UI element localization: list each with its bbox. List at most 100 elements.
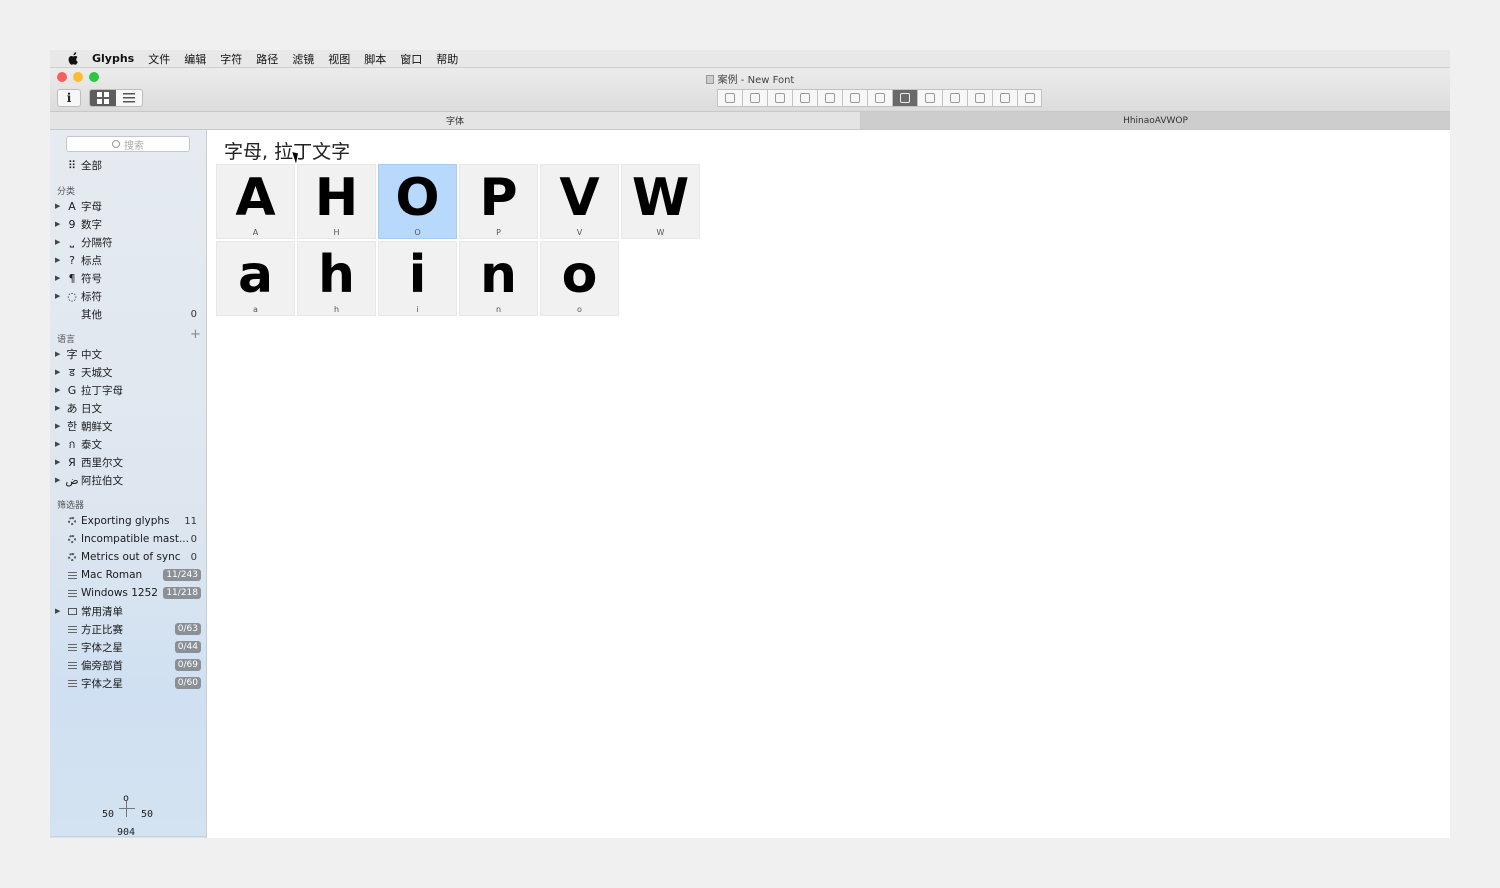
devanagari-script-icon: ड — [69, 365, 75, 379]
zoom-tool-button[interactable] — [967, 89, 992, 107]
pencil-tool-button[interactable] — [767, 89, 792, 107]
rectangle-tool-button[interactable] — [817, 89, 842, 107]
disclosure-triangle-icon[interactable]: ▶ — [55, 404, 65, 412]
disclosure-triangle-icon[interactable]: ▶ — [55, 386, 65, 394]
glyph-cell[interactable]: PP — [459, 164, 538, 239]
disclosure-triangle-icon[interactable]: ▶ — [55, 607, 65, 615]
kana-script-icon: あ — [66, 402, 78, 415]
list-item[interactable]: 偏旁部首 0/69 — [50, 656, 207, 674]
menu-bar: Glyphs 文件 编辑 字符 路径 滤镜 视图 脚本 窗口 帮助 — [50, 50, 1450, 68]
menu-view[interactable]: 视图 — [328, 51, 350, 67]
glyph-cell[interactable]: VV — [540, 164, 619, 239]
disclosure-triangle-icon[interactable]: ▶ — [55, 202, 65, 210]
menu-glyph[interactable]: 字符 — [220, 51, 242, 67]
search-input[interactable]: 搜索 — [66, 136, 190, 152]
list-item[interactable]: 字体之星 0/44 — [50, 638, 207, 656]
measure-tool-button[interactable] — [992, 89, 1017, 107]
scale-tool-button[interactable] — [867, 89, 892, 107]
disclosure-triangle-icon[interactable]: ▶ — [55, 220, 65, 228]
sidebar-item-devanagari[interactable]: ▶ ड 天城文 — [50, 363, 207, 381]
sidebar-item-punctuation[interactable]: ▶? 标点 — [50, 251, 207, 269]
disclosure-triangle-icon[interactable]: ▶ — [55, 476, 65, 484]
draw-tool-button[interactable] — [742, 89, 767, 107]
disclosure-triangle-icon[interactable]: ▶ — [55, 440, 65, 448]
sidebar-item-separators[interactable]: ▶ ⎵ 分隔符 — [50, 233, 207, 251]
sidebar-item-arabic[interactable]: ▶ ض 阿拉伯文 — [50, 471, 207, 489]
primitive-tool-button[interactable] — [1017, 89, 1042, 107]
add-language-button[interactable]: + — [190, 327, 201, 342]
shape-icon — [1024, 93, 1035, 103]
sidebar-item-korean[interactable]: ▶ 한 朝鲜文 — [50, 417, 207, 435]
tab-edit-text[interactable]: HhinaoAVWOP — [861, 112, 1450, 129]
glyph-cell[interactable]: HH — [297, 164, 376, 239]
filter-exporting-glyphs[interactable]: Exporting glyphs 11 — [50, 512, 207, 530]
disclosure-triangle-icon[interactable]: ▶ — [55, 368, 65, 376]
sidebar-item-marks[interactable]: ▶ ◌ 标符 — [50, 287, 207, 305]
glyph-cell-selected[interactable]: OO — [378, 164, 457, 239]
hand-tool-button[interactable] — [942, 89, 967, 107]
tab-font[interactable]: 字体 — [50, 112, 861, 129]
document-tabs: 字体 HhinaoAVWOP — [50, 112, 1450, 130]
glyph-cell[interactable]: WW — [621, 164, 700, 239]
sidebar-item-letters[interactable]: ▶ A 字母 — [50, 197, 207, 215]
text-cursor-icon — [900, 93, 910, 103]
annotation-tool-button[interactable] — [917, 89, 942, 107]
menu-filter[interactable]: 滤镜 — [292, 51, 314, 67]
menu-script[interactable]: 脚本 — [364, 51, 386, 67]
menu-file[interactable]: 文件 — [148, 51, 170, 67]
sidebar-item-all[interactable]: ⠿ 全部 — [50, 156, 207, 174]
rotate-tool-button[interactable] — [842, 89, 867, 107]
rotate-icon — [850, 93, 860, 103]
list-icon — [123, 93, 135, 103]
brush-tool-button[interactable] — [792, 89, 817, 107]
glyph-cell[interactable]: oo — [540, 241, 619, 316]
apple-icon[interactable] — [66, 51, 80, 66]
sidebar-item-latin[interactable]: ▶ G 拉丁字母 — [50, 381, 207, 399]
disclosure-triangle-icon[interactable]: ▶ — [55, 256, 65, 264]
disclosure-triangle-icon[interactable]: ▶ — [55, 292, 65, 300]
brush-icon — [800, 93, 810, 103]
list-item[interactable]: 字体之星 0/60 — [50, 674, 207, 692]
glyph-cell[interactable]: nn — [459, 241, 538, 316]
hand-icon — [950, 93, 960, 103]
metrics-width[interactable]: 904 — [117, 827, 135, 838]
languages-heading: 语言 — [57, 335, 76, 345]
glyph-cell[interactable]: AA — [216, 164, 295, 239]
menu-app-glyphs[interactable]: Glyphs — [92, 52, 134, 65]
list-mac-roman[interactable]: Mac Roman 11/243 — [50, 566, 207, 584]
disclosure-triangle-icon[interactable]: ▶ — [55, 238, 65, 246]
filter-incompatible-masters[interactable]: Incompatible mast... 0 — [50, 530, 207, 548]
folder-common-lists[interactable]: ▶ 常用清单 — [50, 602, 207, 620]
sidebar-item-symbols[interactable]: ▶ ¶ 符号 — [50, 269, 207, 287]
disclosure-triangle-icon[interactable]: ▶ — [55, 274, 65, 282]
menu-edit[interactable]: 编辑 — [184, 51, 206, 67]
disclosure-triangle-icon[interactable]: ▶ — [55, 458, 65, 466]
sidebar-item-cyrillic[interactable]: ▶ Я 西里尔文 — [50, 453, 207, 471]
select-tool-button[interactable] — [717, 89, 742, 107]
menu-window[interactable]: 窗口 — [400, 51, 422, 67]
text-tool-button[interactable] — [892, 89, 917, 107]
sidebar-item-thai[interactable]: ▶ ก泰文 — [50, 435, 207, 453]
list-view-button[interactable] — [116, 90, 142, 106]
disclosure-triangle-icon[interactable]: ▶ — [55, 422, 65, 430]
sidebar-item-numbers[interactable]: ▶ 9 数字 — [50, 215, 207, 233]
info-button[interactable]: i — [57, 89, 81, 107]
letter-icon: A — [68, 199, 76, 213]
list-lines-icon — [67, 643, 77, 651]
metrics-left-sidebearing[interactable]: 50 — [102, 809, 114, 820]
sidebar-item-chinese[interactable]: ▶ 字中文 — [50, 345, 207, 363]
grid-view-button[interactable] — [90, 90, 116, 106]
sidebar-item-other[interactable]: 其他 0 — [50, 305, 207, 323]
glyph-cell[interactable]: aa — [216, 241, 295, 316]
list-windows-1252[interactable]: Windows 1252 11/218 — [50, 584, 207, 602]
menu-path[interactable]: 路径 — [256, 51, 278, 67]
tool-palette — [717, 89, 1042, 107]
disclosure-triangle-icon[interactable]: ▶ — [55, 350, 65, 358]
metrics-right-sidebearing[interactable]: 50 — [141, 809, 153, 820]
glyph-cell[interactable]: hh — [297, 241, 376, 316]
menu-help[interactable]: 帮助 — [436, 51, 458, 67]
glyph-cell[interactable]: ii — [378, 241, 457, 316]
list-item[interactable]: 方正比赛 0/63 — [50, 620, 207, 638]
sidebar-item-japanese[interactable]: ▶ あ日文 — [50, 399, 207, 417]
filter-metrics-out-of-sync[interactable]: Metrics out of sync 0 — [50, 548, 207, 566]
